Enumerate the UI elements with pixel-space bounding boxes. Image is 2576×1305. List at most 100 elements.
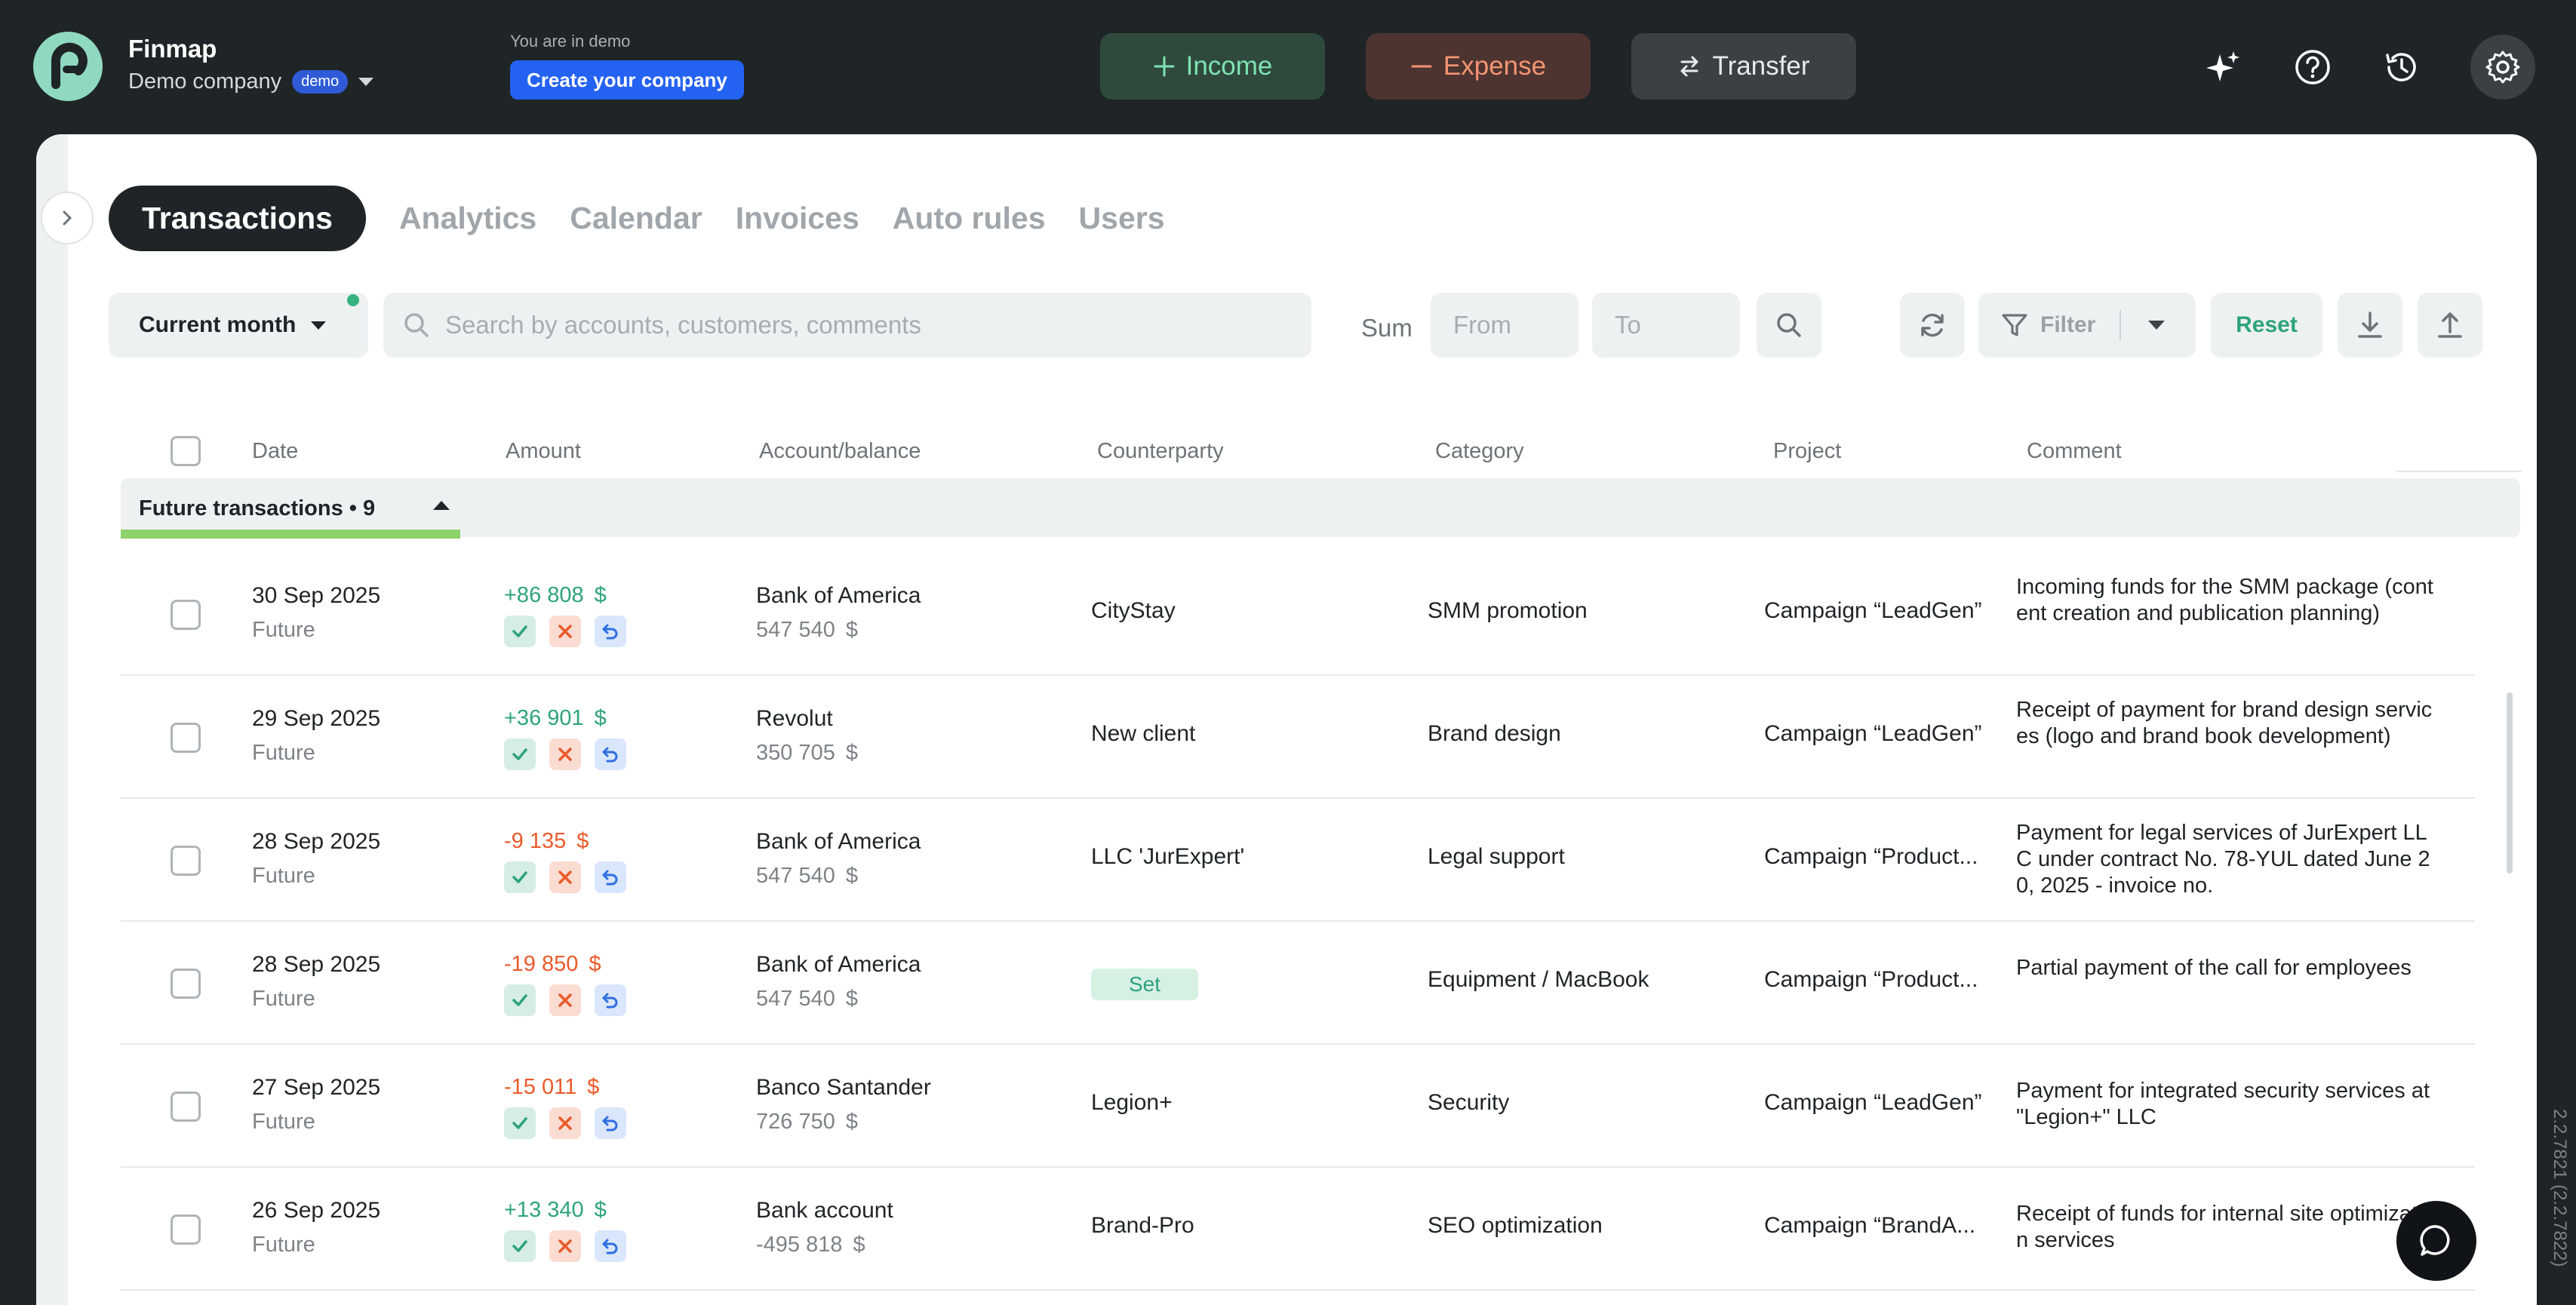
expense-button[interactable]: Expense xyxy=(1366,33,1591,100)
amount-currency: $ xyxy=(594,1198,607,1222)
amount-value: +13 340 xyxy=(504,1198,584,1222)
sum-search-button[interactable] xyxy=(1757,293,1821,358)
row-checkbox[interactable] xyxy=(171,969,201,999)
tab-calendar[interactable]: Calendar xyxy=(570,201,702,236)
confirm-check-icon[interactable] xyxy=(504,738,536,770)
confirm-check-icon[interactable] xyxy=(504,1230,536,1262)
company-name: Demo company xyxy=(128,69,282,94)
refresh-button[interactable] xyxy=(1900,293,1965,358)
demo-note: You are in demo xyxy=(510,32,631,51)
upload-button[interactable] xyxy=(2418,293,2482,358)
tab-users[interactable]: Users xyxy=(1079,201,1165,236)
undo-icon[interactable] xyxy=(595,738,626,770)
period-selector[interactable]: Current month xyxy=(109,293,368,358)
filter-button[interactable]: Filter xyxy=(1978,293,2196,358)
settings-icon[interactable] xyxy=(2470,35,2535,100)
undo-icon[interactable] xyxy=(595,616,626,647)
tab-bar: Transactions Analytics Calendar Invoices… xyxy=(109,186,1165,251)
table-row[interactable]: 26 Sep 2025 Future +13 340 $ Bank account -… xyxy=(121,1168,2475,1291)
create-company-button[interactable]: Create your company xyxy=(510,60,744,100)
reset-button[interactable]: Reset xyxy=(2211,293,2322,358)
sum-from-input[interactable] xyxy=(1431,293,1578,358)
row-category: Equipment / MacBook xyxy=(1428,967,1649,992)
row-project: Campaign “LeadGen” xyxy=(1764,1090,1982,1115)
future-group-header[interactable]: Future transactions • 9 xyxy=(121,478,2520,537)
chevron-down-icon xyxy=(311,321,327,330)
row-balance: 350 705 xyxy=(756,741,835,765)
finmap-logo-icon[interactable] xyxy=(33,32,103,101)
select-all-checkbox[interactable] xyxy=(171,436,201,466)
search-box xyxy=(383,293,1311,358)
balance-currency: $ xyxy=(845,741,858,765)
table-row[interactable]: 27 Sep 2025 Future -15 011 $ Banco Santand… xyxy=(121,1045,2475,1168)
row-comment: Partial payment of the call for employee… xyxy=(2016,956,2412,980)
undo-icon[interactable] xyxy=(595,1230,626,1262)
row-counterparty: CityStay xyxy=(1091,598,1176,623)
set-counterparty-button[interactable]: Set xyxy=(1091,969,1198,1000)
upload-icon xyxy=(2438,312,2462,338)
search-icon xyxy=(1777,313,1801,337)
tab-analytics[interactable]: Analytics xyxy=(399,201,536,236)
row-checkbox[interactable] xyxy=(171,846,201,876)
row-category: Legal support xyxy=(1428,844,1565,869)
row-status: Future xyxy=(252,1233,315,1257)
undo-icon[interactable] xyxy=(595,861,626,893)
balance-currency: $ xyxy=(845,987,858,1011)
header-account[interactable]: Account/balance xyxy=(759,439,921,464)
confirm-check-icon[interactable] xyxy=(504,861,536,893)
amount-currency: $ xyxy=(587,1075,600,1099)
header-date[interactable]: Date xyxy=(252,439,298,464)
download-button[interactable] xyxy=(2338,293,2402,358)
tab-auto-rules[interactable]: Auto rules xyxy=(893,201,1046,236)
row-checkbox[interactable] xyxy=(171,1092,201,1122)
row-account: Bank account xyxy=(756,1198,893,1223)
chevron-up-icon[interactable] xyxy=(433,501,450,510)
transfer-label: Transfer xyxy=(1712,51,1810,81)
row-amount: +36 901 $ xyxy=(504,706,626,731)
row-checkbox[interactable] xyxy=(171,600,201,630)
header-comment[interactable]: Comment xyxy=(2027,439,2122,464)
history-icon[interactable] xyxy=(2369,35,2434,100)
undo-icon[interactable] xyxy=(595,1107,626,1139)
row-checkbox[interactable] xyxy=(171,723,201,753)
row-status: Future xyxy=(252,741,315,765)
sum-to-input[interactable] xyxy=(1592,293,1740,358)
status-dot xyxy=(347,294,359,306)
row-status: Future xyxy=(252,987,315,1011)
header-project[interactable]: Project xyxy=(1773,439,1841,464)
sparkles-icon[interactable] xyxy=(2191,35,2256,100)
confirm-check-icon[interactable] xyxy=(504,1107,536,1139)
tab-invoices[interactable]: Invoices xyxy=(736,201,859,236)
confirm-check-icon[interactable] xyxy=(504,616,536,647)
cancel-x-icon[interactable] xyxy=(549,738,581,770)
undo-icon[interactable] xyxy=(595,984,626,1016)
confirm-check-icon[interactable] xyxy=(504,984,536,1016)
table-row[interactable]: 29 Sep 2025 Future +36 901 $ Revolut 350 70… xyxy=(121,676,2475,799)
company-selector[interactable]: Demo company demo xyxy=(128,69,374,94)
chevron-down-icon[interactable] xyxy=(2148,321,2166,330)
balance-currency: $ xyxy=(845,864,858,888)
tab-transactions[interactable]: Transactions xyxy=(109,186,366,251)
balance-currency: $ xyxy=(853,1233,865,1257)
expense-label: Expense xyxy=(1443,51,1547,81)
chat-button[interactable] xyxy=(2396,1201,2476,1281)
cancel-x-icon[interactable] xyxy=(549,861,581,893)
header-counterparty[interactable]: Counterparty xyxy=(1097,439,1224,464)
transfer-button[interactable]: Transfer xyxy=(1631,33,1856,100)
cancel-x-icon[interactable] xyxy=(549,984,581,1016)
row-category: Security xyxy=(1428,1090,1510,1115)
help-icon[interactable] xyxy=(2280,35,2345,100)
table-row[interactable]: 30 Sep 2025 Future +86 808 $ Bank of Ameri… xyxy=(121,553,2475,676)
expand-sidebar-button[interactable] xyxy=(41,192,94,244)
table-row[interactable]: 28 Sep 2025 Future -9 135 $ Bank of Americ… xyxy=(121,799,2475,922)
table-row[interactable]: 28 Sep 2025 Future -19 850 $ Bank of Ameri… xyxy=(121,922,2475,1045)
cancel-x-icon[interactable] xyxy=(549,1107,581,1139)
cancel-x-icon[interactable] xyxy=(549,616,581,647)
table-scrollbar[interactable] xyxy=(2507,692,2513,874)
header-amount[interactable]: Amount xyxy=(506,439,581,464)
row-checkbox[interactable] xyxy=(171,1214,201,1245)
income-button[interactable]: Income xyxy=(1100,33,1325,100)
cancel-x-icon[interactable] xyxy=(549,1230,581,1262)
header-category[interactable]: Category xyxy=(1435,439,1524,464)
search-input[interactable] xyxy=(445,311,1275,339)
